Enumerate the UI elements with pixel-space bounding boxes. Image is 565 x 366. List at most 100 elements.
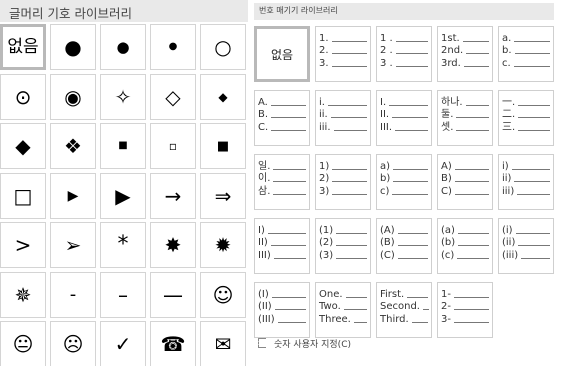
text-placeholder-line (453, 309, 489, 310)
bullet-option-medium-filled-circle[interactable]: ● (100, 24, 146, 70)
numbering-marker: 1) (319, 160, 330, 172)
text-placeholder-line (393, 181, 428, 182)
numbering-marker: C. (258, 121, 269, 133)
bullet-option-small-filled-diamond[interactable]: ◆ (200, 73, 246, 120)
numbering-marker: (A) (380, 224, 395, 236)
numbering-option-none[interactable]: 없음 (254, 26, 310, 82)
bullet-option-none[interactable]: 없음 (0, 24, 46, 70)
numbering-option-upper-roman-paren[interactable]: I) II) III) (254, 218, 310, 274)
numbering-option-korean-native-dot[interactable]: 하나. 둘. 셋. (437, 90, 493, 146)
customize-numbering-button[interactable]: 숫자 사용자 지정(C) (258, 336, 351, 350)
numbering-marker: B) (441, 173, 452, 184)
numbering-marker: iii) (502, 185, 515, 197)
numbering-option-lower-alpha-dot[interactable]: a. b. c. (498, 26, 554, 82)
bullet-option-hollow-square[interactable]: □ (0, 172, 46, 219)
bullet-option-en-dash[interactable]: – (100, 271, 146, 318)
fisheye-icon: ◉ (64, 84, 82, 109)
numbering-option-korean-sino-dot[interactable]: 일. 이. 삼. (254, 154, 310, 210)
numbering-preview-line: iii) (502, 184, 550, 197)
numbering-preview-line: First. (380, 287, 428, 300)
text-placeholder-line (454, 193, 489, 195)
bullet-option-double-right-arrow[interactable]: ⇒ (200, 172, 246, 219)
text-placeholder-line (393, 168, 428, 170)
numbering-option-upper-roman-dot[interactable]: I. II. III. (376, 90, 432, 146)
numbering-option-decimal-dot[interactable]: 1. 2. 3. (315, 26, 371, 82)
bullet-option-diamond-cluster[interactable]: ❖ (50, 123, 96, 169)
bullet-option-arrowhead[interactable]: ➢ (50, 222, 96, 268)
bullet-option-twelve-point-star[interactable]: ✹ (200, 222, 246, 268)
numbering-marker: ii) (502, 173, 512, 184)
numbering-preview-line: III) (258, 248, 306, 261)
numbering-option-ordinal[interactable]: 1st. 2nd. 3rd. (437, 26, 493, 82)
numbering-preview-line: 三. (502, 120, 550, 133)
numbering-preview-line: I) (258, 223, 306, 236)
bullet-option-fisheye[interactable]: ◉ (50, 73, 96, 120)
text-placeholder-line (271, 129, 306, 131)
numbering-preview-line: C) (441, 184, 489, 197)
bullet-option-em-dash[interactable]: — (150, 271, 196, 318)
numbering-marker: 二. (502, 109, 516, 120)
bullet-option-short-dash[interactable]: - (50, 271, 96, 318)
bullet-option-frowning-face[interactable]: ☹ (50, 321, 96, 366)
numbering-option-upper-alpha-parens[interactable]: (A) (B) (C) (376, 218, 432, 274)
bullet-option-hollow-circle[interactable]: ○ (200, 24, 246, 70)
numbering-preview-line: b) (380, 172, 428, 184)
numbering-option-decimal-parens[interactable]: (1) (2) (3) (315, 218, 371, 274)
numbering-option-cardinal-words[interactable]: One. Two. Three. (315, 282, 371, 338)
bullet-option-circled-dot[interactable]: ⊙ (0, 73, 46, 120)
text-placeholder-line (513, 65, 550, 67)
text-placeholder-line (518, 245, 550, 246)
numbering-option-upper-alpha-dot[interactable]: A. B. C. (254, 90, 310, 146)
text-placeholder-line (514, 53, 550, 54)
numbering-option-decimal-dot-spaced[interactable]: 1 .2 .3 . (376, 26, 432, 82)
numbering-marker: 3 . (380, 57, 393, 69)
bullet-option-filled-square[interactable]: ■ (200, 123, 246, 169)
numbering-option-decimal-dash[interactable]: 1- 2- 3- (437, 282, 493, 338)
bullet-option-small-filled-circle[interactable]: ● (150, 24, 196, 70)
text-placeholder-line (331, 65, 367, 67)
numbering-marker: 2 . (380, 45, 393, 56)
text-placeholder-line (518, 129, 550, 131)
bullet-option-eight-point-star[interactable]: ✸ (150, 222, 196, 268)
numbering-option-lower-alpha-parens[interactable]: (a) (b) (c) (437, 218, 493, 274)
numbering-marker: c. (502, 57, 511, 69)
numbering-marker: 1 . (380, 32, 393, 44)
numbering-option-lower-roman-dot[interactable]: i. ii. iii. (315, 90, 371, 146)
bullet-option-snowflake-star[interactable]: ✵ (0, 271, 46, 318)
bullet-option-check-mark[interactable]: ✓ (100, 321, 146, 366)
numbering-preview-line: ii) (502, 172, 550, 184)
numbering-marker: III. (380, 121, 393, 133)
bullet-option-right-arrow[interactable]: → (150, 172, 196, 219)
bullet-option-smiley-face[interactable]: ☺ (200, 271, 246, 318)
bullet-option-small-filled-square[interactable]: ■ (100, 123, 146, 169)
numbering-option-upper-alpha-paren[interactable]: A) B) C) (437, 154, 493, 210)
numbering-preview-line: i) (502, 159, 550, 172)
numbering-option-lower-alpha-paren[interactable]: a) b) c) (376, 154, 432, 210)
numbering-marker: 3- (441, 313, 451, 325)
numbering-preview-line: c) (380, 184, 428, 197)
numbering-marker: I) (258, 224, 265, 236)
text-placeholder-line (514, 181, 550, 182)
bullet-none-label: 없음 (7, 36, 39, 57)
bullet-option-four-point-star[interactable]: ✧ (100, 73, 146, 120)
numbering-option-lower-roman-paren[interactable]: i) ii) iii) (498, 154, 554, 210)
numbering-option-ordinal-words[interactable]: First. Second. Third. (376, 282, 432, 338)
bullet-option-small-triangle-right[interactable]: ▶ (50, 172, 96, 219)
numbering-option-lower-roman-parens[interactable]: (i) (ii) (iii) (498, 218, 554, 274)
numbering-option-decimal-paren[interactable]: 1) 2) 3) (315, 154, 371, 210)
bullet-option-hollow-diamond[interactable]: ◇ (150, 73, 196, 120)
text-placeholder-line (389, 104, 428, 106)
bullet-option-asterisk[interactable]: * (100, 222, 146, 268)
text-placeholder-line (466, 53, 489, 54)
bullet-option-filled-diamond[interactable]: ◆ (0, 123, 46, 169)
bullet-option-telephone[interactable]: ☎ (150, 321, 196, 366)
bullet-option-small-hollow-square[interactable]: ▫ (150, 123, 196, 169)
bullet-option-envelope[interactable]: ✉ (200, 321, 246, 366)
bullet-option-triangle-right[interactable]: ▶ (100, 172, 146, 219)
bullet-option-large-filled-circle[interactable]: ● (50, 24, 96, 70)
bullet-library-panel: 글머리 기호 라이브러리 없음 ● ● ● ○ ⊙ ◉ ✧ ◇ ◆ ◆ ❖ ■ ▫ ■ □ ▶ ▶ → ⇒ > ➢ * ✸ ✹ ✵… (0, 0, 248, 366)
numbering-option-upper-roman-parens[interactable]: (I) (II) (III) (254, 282, 310, 338)
numbering-option-korean-hanja-dot[interactable]: 一. 二. 三. (498, 90, 554, 146)
bullet-option-neutral-face[interactable]: 😐 (0, 321, 46, 366)
bullet-option-greater-than[interactable]: > (0, 222, 46, 268)
